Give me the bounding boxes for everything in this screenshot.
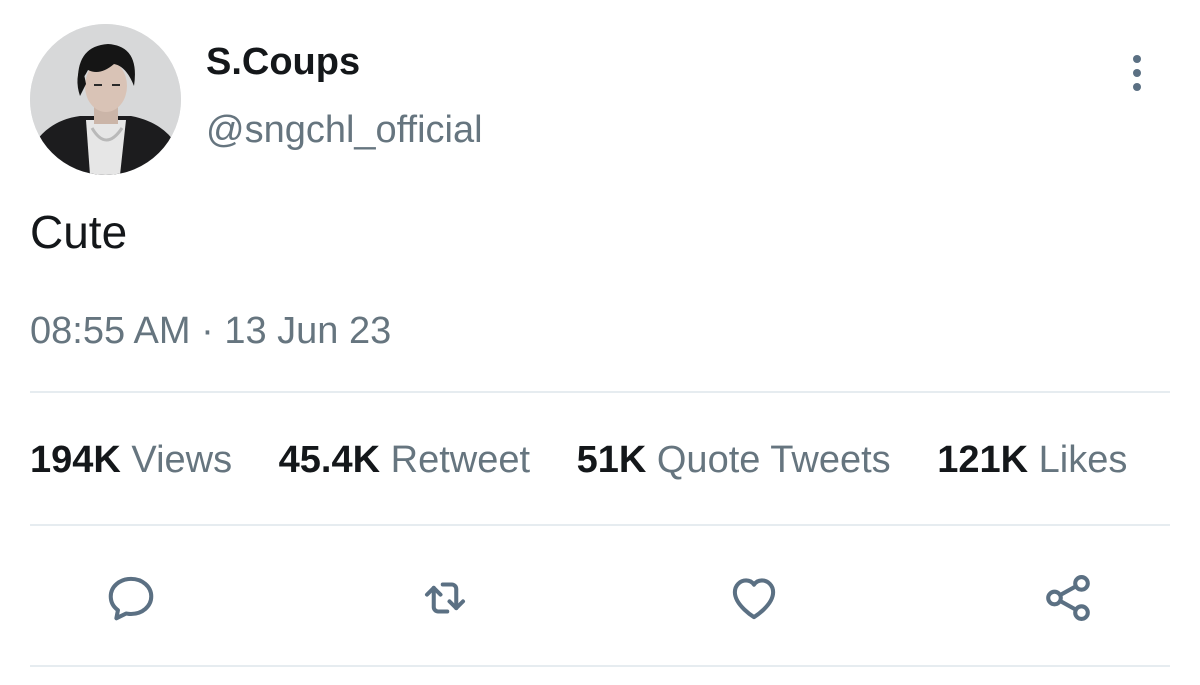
stat-likes[interactable]: 121K Likes	[937, 434, 1127, 486]
stat-value: 121K	[937, 439, 1029, 481]
stat-quote-tweets[interactable]: 51K Quote Tweets	[577, 434, 891, 486]
share-nodes-icon	[1046, 575, 1090, 621]
divider	[30, 665, 1170, 667]
stat-value: 45.4K	[278, 439, 381, 481]
divider	[30, 524, 1170, 526]
tweet-stats: 194K Views 45.4K Retweet 51K Quote Tweet…	[30, 434, 1200, 486]
like-button[interactable]	[726, 570, 782, 626]
retweet-arrows-icon	[424, 582, 466, 614]
retweet-button[interactable]	[417, 570, 473, 626]
tweet-timestamp[interactable]: 08:55 AM · 13 Jun 23	[30, 308, 391, 354]
more-dot-icon	[1133, 83, 1141, 91]
share-button[interactable]	[1040, 570, 1096, 626]
more-options-button[interactable]	[1116, 52, 1158, 94]
display-name[interactable]: S.Coups	[206, 40, 360, 84]
stat-retweets[interactable]: 45.4K Retweet	[279, 434, 530, 486]
more-dot-icon	[1133, 55, 1141, 63]
tweet-text: Cute	[30, 206, 128, 258]
stat-views[interactable]: 194K Views	[30, 434, 232, 486]
stat-label: Retweet	[390, 439, 531, 481]
stat-value: 51K	[576, 439, 647, 481]
more-dot-icon	[1133, 69, 1141, 77]
heart-icon	[732, 578, 776, 620]
user-handle[interactable]: @sngchl_official	[206, 108, 483, 152]
speech-bubble-icon	[108, 576, 154, 621]
stat-value: 194K	[30, 439, 121, 481]
stat-label: Quote Tweets	[656, 439, 891, 481]
stat-label: Likes	[1038, 439, 1128, 481]
reply-button[interactable]	[103, 570, 159, 626]
divider	[30, 391, 1170, 393]
avatar[interactable]	[30, 24, 181, 175]
stat-label: Views	[131, 439, 233, 481]
avatar-photo	[30, 24, 181, 175]
